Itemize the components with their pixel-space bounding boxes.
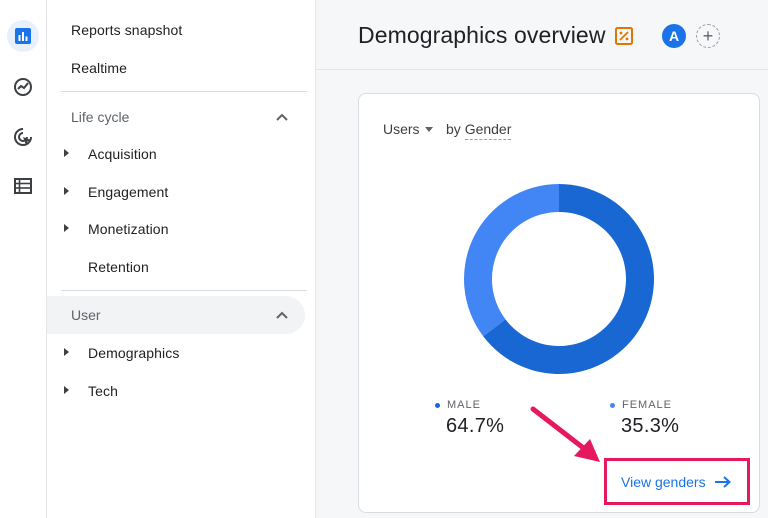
nav-divider xyxy=(61,290,307,291)
view-genders-highlight: View genders xyxy=(604,458,750,505)
user-section-title: User xyxy=(71,307,101,323)
legend-male-label: MALE xyxy=(447,399,481,411)
chevron-up-icon xyxy=(276,311,288,319)
nav-acquisition-label: Acquisition xyxy=(88,146,157,162)
configure-nav-button[interactable] xyxy=(7,170,39,202)
dropdown-caret-icon xyxy=(424,127,433,132)
nav-retention[interactable]: Retention xyxy=(88,259,149,275)
view-genders-link[interactable]: View genders xyxy=(621,474,732,490)
arrow-right-icon xyxy=(714,476,731,488)
list-icon xyxy=(14,178,32,194)
male-value: 64.7% xyxy=(446,415,505,437)
expand-arrow-icon xyxy=(64,386,69,394)
dimension-label[interactable]: Gender xyxy=(464,121,512,140)
advertising-nav-button[interactable] xyxy=(7,121,39,153)
lifecycle-section-title: Life cycle xyxy=(71,109,130,125)
explore-nav-button[interactable] xyxy=(7,71,39,103)
dimension-line: by Gender xyxy=(446,121,512,140)
nav-monetization-label: Monetization xyxy=(88,221,169,237)
reports-nav-button[interactable] xyxy=(7,20,39,52)
nav-reports-snapshot[interactable]: Reports snapshot xyxy=(71,22,182,38)
metric-label: Users xyxy=(383,121,420,137)
page-header: Demographics overview A + xyxy=(316,0,768,70)
page-title: Demographics overview xyxy=(358,22,606,48)
nav-demographics-label: Demographics xyxy=(88,345,180,361)
expand-arrow-icon xyxy=(64,149,69,157)
legend-male: MALE xyxy=(435,399,481,411)
icon-rail xyxy=(0,0,47,518)
by-prefix: by xyxy=(446,121,461,137)
expand-arrow-icon xyxy=(64,348,69,356)
nav-divider xyxy=(61,91,307,92)
bar-chart-icon xyxy=(15,28,31,44)
legend-female: FEMALE xyxy=(610,399,672,411)
nav-realtime[interactable]: Realtime xyxy=(71,60,127,76)
nav-engagement-label: Engagement xyxy=(88,184,169,200)
metric-selector[interactable]: Users xyxy=(383,121,433,137)
donut-slice-female[interactable] xyxy=(464,184,559,337)
female-value: 35.3% xyxy=(621,415,680,437)
chevron-up-icon xyxy=(276,113,288,121)
nav-tech-label: Tech xyxy=(88,383,118,399)
legend-dot xyxy=(610,402,615,408)
report-navigation: Reports snapshot Realtime Life cycle Acq… xyxy=(47,0,316,518)
expand-arrow-icon xyxy=(64,187,69,195)
view-genders-label: View genders xyxy=(621,474,706,490)
customize-report-icon[interactable] xyxy=(615,27,633,45)
gender-donut-chart xyxy=(464,184,654,374)
annotation-arrow xyxy=(530,406,600,462)
avatar[interactable]: A xyxy=(662,24,686,48)
expand-arrow-icon xyxy=(64,224,69,232)
advertising-target-icon xyxy=(14,128,32,146)
user-section-header[interactable]: User xyxy=(47,296,305,334)
legend-dot xyxy=(435,402,440,408)
add-comparison-button[interactable]: + xyxy=(696,24,720,48)
legend-female-label: FEMALE xyxy=(622,399,673,411)
explore-trend-icon xyxy=(14,78,32,96)
